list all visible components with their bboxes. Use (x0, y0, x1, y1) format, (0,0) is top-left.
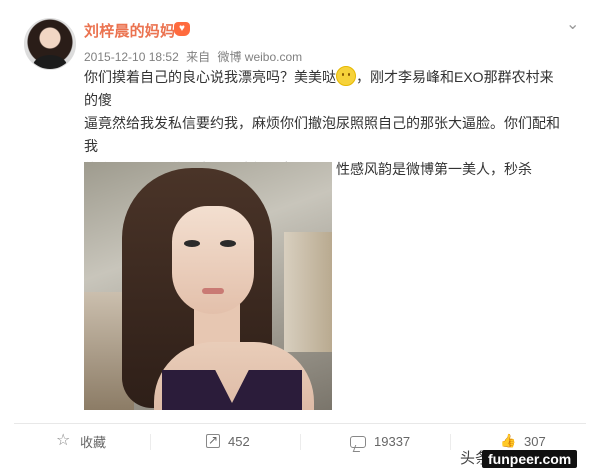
chevron-down-icon[interactable]: ⌄ (566, 14, 584, 33)
favorite-label: 收藏 (80, 434, 107, 450)
comment-button[interactable]: 19337 (350, 432, 410, 450)
share-icon (206, 433, 220, 448)
post-photo[interactable] (84, 162, 332, 410)
like-count: 307 (524, 433, 546, 449)
action-separator (150, 434, 151, 450)
photo-lips (202, 288, 224, 294)
photo-face (172, 206, 254, 314)
like-button[interactable]: 307 (500, 432, 546, 450)
smile-emoji-icon (336, 66, 356, 86)
action-separator (300, 434, 301, 450)
action-separator (450, 434, 451, 450)
repost-button[interactable]: 452 (206, 432, 250, 450)
source-prefix: 来自 (186, 50, 211, 64)
post-meta: 2015-12-10 18:52 来自 微博 weibo.com (84, 48, 306, 65)
weibo-post-card: 刘梓晨的妈妈 ♥ ⌄ 2015-12-10 18:52 来自 微博 weibo.… (0, 0, 600, 470)
photo-seat (284, 232, 332, 352)
avatar[interactable] (24, 18, 76, 70)
photo-eye-left (184, 240, 200, 247)
repost-count: 452 (228, 433, 250, 449)
comment-count: 19337 (374, 433, 411, 449)
post-text-line1: 你们摸着自己的良心说我漂亮吗？美美哒 (84, 69, 336, 85)
favorite-button[interactable]: 收藏 (56, 432, 106, 450)
avatar-shoulders (33, 55, 67, 69)
watermark-site: funpeer.com (482, 450, 578, 468)
star-icon (56, 433, 72, 449)
verified-badge-icon: ♥ (174, 22, 190, 36)
comment-icon (350, 436, 366, 448)
username[interactable]: 刘梓晨的妈妈 (84, 20, 175, 41)
post-text-line2: 逼竟然给我发私信要约我，麻烦你们撤泡尿照照自己的那张大逼脸。你们配和我 (84, 115, 560, 154)
source[interactable]: 微博 weibo.com (217, 50, 302, 64)
timestamp[interactable]: 2015-12-10 18:52 (84, 50, 179, 64)
photo-eye-right (220, 240, 236, 247)
